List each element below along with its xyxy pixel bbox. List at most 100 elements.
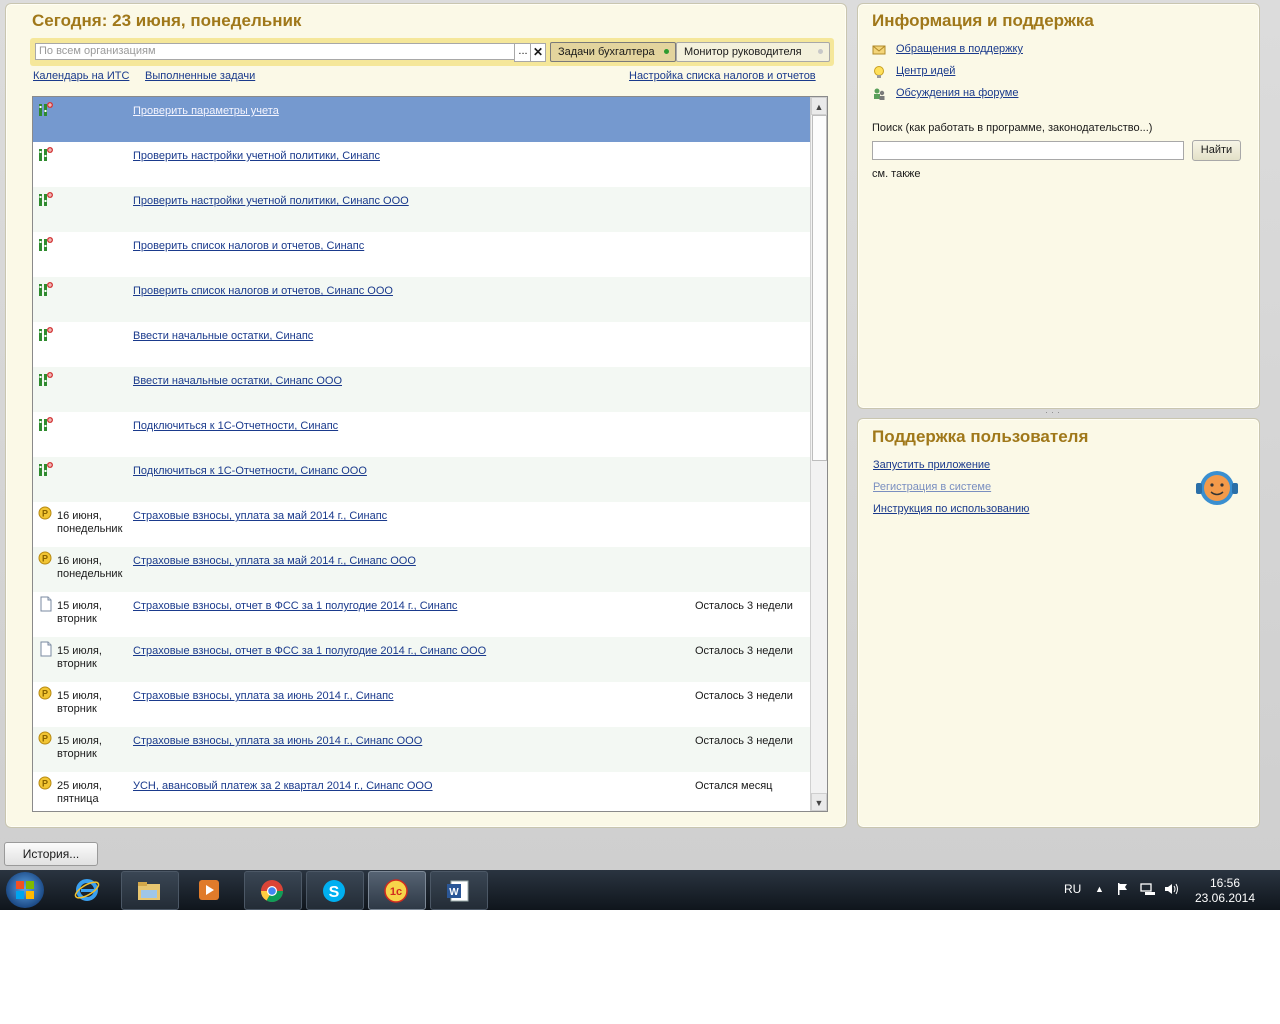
scroll-up-icon[interactable]: ▲ xyxy=(811,97,827,115)
action-center-flag-icon[interactable] xyxy=(1116,882,1130,896)
support-requests-link[interactable]: Обращения в поддержку xyxy=(896,43,1023,55)
checklist-icon xyxy=(39,417,53,431)
checklist-icon xyxy=(39,237,53,251)
task-link[interactable]: Страховые взносы, уплата за июнь 2014 г.… xyxy=(133,690,394,702)
knowledge-search-input[interactable] xyxy=(872,141,1184,160)
tax-list-settings-link[interactable]: Настройка списка налогов и отчетов xyxy=(629,70,816,82)
svg-text:P: P xyxy=(42,554,48,564)
checklist-icon xyxy=(39,192,53,206)
task-row[interactable]: P 15 июля, вторник Страховые взносы, уплат… xyxy=(33,727,810,772)
task-row[interactable]: 15 июля, вторник Страховые взносы, отчет … xyxy=(33,592,810,637)
task-link[interactable]: Страховые взносы, уплата за май 2014 г.,… xyxy=(133,510,387,522)
task-time-remaining: Осталось 3 недели xyxy=(695,600,793,612)
ideas-center-link[interactable]: Центр идей xyxy=(896,65,955,77)
show-hidden-icons-icon[interactable]: ▲ xyxy=(1095,884,1104,894)
find-button[interactable]: Найти xyxy=(1192,140,1241,161)
task-row[interactable]: P 25 июля, пятница УСН, авансовый платеж з… xyxy=(33,772,810,811)
task-link[interactable]: Проверить параметры учета xyxy=(133,105,279,117)
scroll-down-icon[interactable]: ▼ xyxy=(811,793,827,811)
task-link[interactable]: Проверить список налогов и отчетов, Сина… xyxy=(133,240,364,252)
start-button[interactable] xyxy=(6,872,44,908)
task-list-scrollbar[interactable]: ▲ ▼ xyxy=(810,97,827,811)
page-title: Сегодня: 23 июня, понедельник xyxy=(32,11,302,30)
taskbar-skype[interactable]: S xyxy=(306,871,364,910)
active-indicator-icon xyxy=(664,49,669,54)
task-row[interactable]: Проверить список налогов и отчетов, Сина… xyxy=(33,277,810,322)
forum-link[interactable]: Обсуждения на форуме xyxy=(896,87,1018,99)
task-link[interactable]: Проверить настройки учетной политики, Си… xyxy=(133,195,409,207)
taskbar-1c[interactable]: 1c xyxy=(368,871,426,910)
organization-search-input[interactable]: По всем организациям xyxy=(35,43,517,60)
task-link[interactable]: Страховые взносы, отчет в ФСС за 1 полуг… xyxy=(133,645,486,657)
tab-accountant-tasks[interactable]: Задачи бухгалтера xyxy=(550,42,676,62)
ruble-coin-icon: P xyxy=(38,776,52,790)
splitter-handle[interactable]: ··· xyxy=(1045,408,1075,417)
checklist-icon xyxy=(39,102,53,116)
svg-text:P: P xyxy=(42,779,48,789)
launch-app-link[interactable]: Запустить приложение xyxy=(873,459,990,471)
ruble-coin-icon: P xyxy=(38,506,52,520)
task-date: 16 июня, понедельник xyxy=(57,555,123,580)
task-link[interactable]: Подключиться к 1С-Отчетности, Синапс xyxy=(133,420,338,432)
task-row[interactable]: Проверить настройки учетной политики, Си… xyxy=(33,142,810,187)
task-link[interactable]: Страховые взносы, отчет в ФСС за 1 полуг… xyxy=(133,600,457,612)
scroll-thumb[interactable] xyxy=(812,115,827,461)
task-link[interactable]: Подключиться к 1С-Отчетности, Синапс ООО xyxy=(133,465,367,477)
document-icon xyxy=(40,641,52,657)
registration-link[interactable]: Регистрация в системе xyxy=(873,481,991,493)
svg-text:P: P xyxy=(42,689,48,699)
task-link[interactable]: Ввести начальные остатки, Синапс ООО xyxy=(133,375,342,387)
task-row[interactable]: P 15 июля, вторник Страховые взносы, уплат… xyxy=(33,682,810,727)
task-row[interactable]: P 16 июня, понедельник Страховые взносы, у… xyxy=(33,547,810,592)
taskbar-chrome[interactable] xyxy=(244,871,302,910)
task-time-remaining: Осталось 3 недели xyxy=(695,645,793,657)
network-icon[interactable] xyxy=(1140,882,1156,896)
task-link[interactable]: Страховые взносы, уплата за май 2014 г.,… xyxy=(133,555,416,567)
tab-manager-monitor-label: Монитор руководителя xyxy=(684,46,802,58)
task-row[interactable]: Проверить список налогов и отчетов, Сина… xyxy=(33,232,810,277)
volume-icon[interactable] xyxy=(1164,882,1180,896)
task-date: 16 июня, понедельник xyxy=(57,510,123,535)
svg-text:1c: 1c xyxy=(390,886,402,898)
checklist-icon xyxy=(39,282,53,296)
task-row[interactable]: P 16 июня, понедельник Страховые взносы, у… xyxy=(33,502,810,547)
windows-logo-icon xyxy=(16,881,34,899)
task-row[interactable]: Подключиться к 1С-Отчетности, Синапс xyxy=(33,412,810,457)
task-link[interactable]: Проверить список налогов и отчетов, Сина… xyxy=(133,285,393,297)
task-row[interactable]: 15 июля, вторник Страховые взносы, отчет … xyxy=(33,637,810,682)
task-link[interactable]: Проверить настройки учетной политики, Си… xyxy=(133,150,380,162)
app-window: Сегодня: 23 июня, понедельник По всем ор… xyxy=(0,0,1280,870)
language-indicator[interactable]: RU xyxy=(1064,882,1081,896)
calendar-its-link[interactable]: Календарь на ИТС xyxy=(33,70,129,82)
completed-tasks-link[interactable]: Выполненные задачи xyxy=(145,70,255,82)
taskbar-word[interactable]: W xyxy=(430,871,488,910)
checklist-icon xyxy=(39,147,53,161)
info-support-panel: Информация и поддержка Обращения в подде… xyxy=(857,3,1260,409)
task-row[interactable]: Проверить настройки учетной политики, Си… xyxy=(33,187,810,232)
info-panel-title: Информация и поддержка xyxy=(872,11,1094,30)
system-clock[interactable]: 16:56 23.06.2014 xyxy=(1190,876,1260,906)
windows-taskbar: S 1c W RU ▲ 16:56 23.06.2014 xyxy=(0,870,1280,910)
task-link[interactable]: Страховые взносы, уплата за июнь 2014 г.… xyxy=(133,735,422,747)
taskbar-media-player[interactable] xyxy=(182,871,238,908)
task-row[interactable]: Проверить параметры учета xyxy=(33,97,810,142)
envelope-icon xyxy=(872,45,886,55)
tasks-panel: Сегодня: 23 июня, понедельник По всем ор… xyxy=(5,3,847,828)
history-button[interactable]: История... xyxy=(4,842,98,866)
taskbar-internet-explorer[interactable] xyxy=(60,871,116,908)
chrome-icon xyxy=(261,880,283,902)
task-time-remaining: Остался месяц xyxy=(695,780,773,792)
document-icon xyxy=(40,596,52,612)
clear-filter-button[interactable]: ✕ xyxy=(530,43,546,62)
task-link[interactable]: Ввести начальные остатки, Синапс xyxy=(133,330,313,342)
svg-text:P: P xyxy=(42,734,48,744)
tab-manager-monitor[interactable]: Монитор руководителя xyxy=(676,42,830,62)
taskbar-file-explorer[interactable] xyxy=(121,871,179,910)
task-row[interactable]: Ввести начальные остатки, Синапс xyxy=(33,322,810,367)
see-also-label: см. также xyxy=(872,168,921,180)
task-row[interactable]: Подключиться к 1С-Отчетности, Синапс ООО xyxy=(33,457,810,502)
usage-instructions-link[interactable]: Инструкция по использованию xyxy=(873,503,1029,515)
clock-date: 23.06.2014 xyxy=(1194,891,1256,905)
task-row[interactable]: Ввести начальные остатки, Синапс ООО xyxy=(33,367,810,412)
task-link[interactable]: УСН, авансовый платеж за 2 квартал 2014 … xyxy=(133,780,433,792)
